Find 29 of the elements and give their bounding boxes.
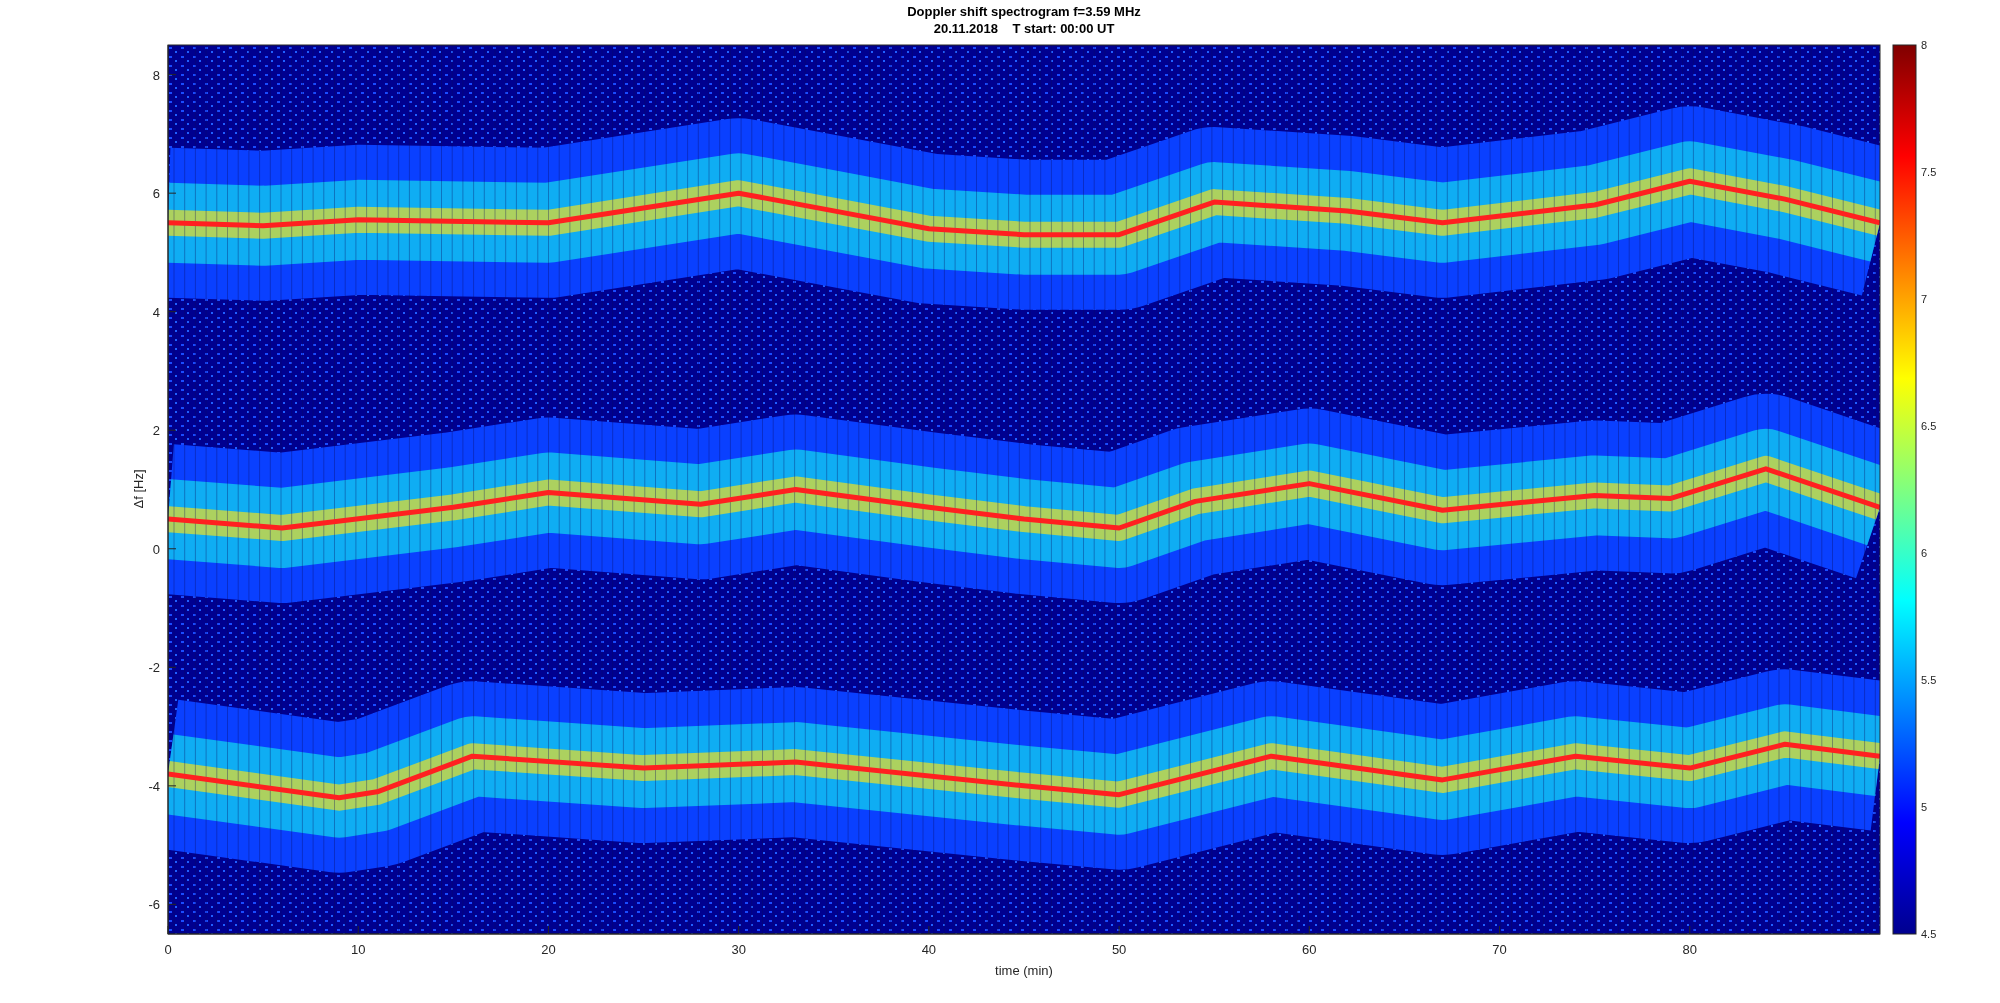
colorbar-tick-label: 7 (1921, 293, 1928, 305)
chart-title: 20.11.2018 T start: 00:00 UT (933, 21, 1115, 36)
x-axis-label: time (min) (995, 963, 1053, 978)
colorbar-tick-label: 6 (1921, 547, 1928, 559)
colorbar-tick-label: 7.5 (1921, 166, 1937, 178)
axis-tick-label: 4 (152, 304, 160, 320)
axis-tick-label: 80 (1682, 942, 1697, 957)
axis-tick-label: 0 (164, 942, 172, 957)
axis-tick-label: 8 (152, 67, 160, 83)
axis-tick-label: 60 (1302, 942, 1317, 957)
axis-tick-label: 0 (152, 541, 160, 557)
y-axis-label: Δf [Hz] (131, 469, 146, 509)
axis-tick-label: 2 (152, 423, 160, 439)
colorbar-tick-label: 8 (1921, 39, 1928, 51)
colorbar-tick-label: 6.5 (1921, 420, 1937, 432)
axis-tick-label: 10 (351, 942, 366, 957)
axis-tick-label: 30 (731, 942, 746, 957)
axis-tick-label: -4 (148, 778, 160, 794)
colorbar-tick-label: 4.5 (1921, 928, 1937, 940)
axis-tick-label: -2 (148, 660, 160, 676)
axis-tick-label: -6 (148, 897, 160, 913)
axis-tick-label: 40 (921, 942, 937, 957)
chart-title: Doppler shift spectrogram f=3.59 MHz (907, 4, 1141, 19)
colorbar-tick-label: 5.5 (1921, 674, 1937, 686)
axis-tick-label: 70 (1492, 942, 1507, 957)
colorbar-tick-label: 5 (1921, 801, 1928, 813)
axis-tick-label: 6 (152, 186, 160, 202)
axis-tick-label: 20 (541, 942, 556, 957)
axis-tick-label: 50 (1111, 942, 1127, 957)
